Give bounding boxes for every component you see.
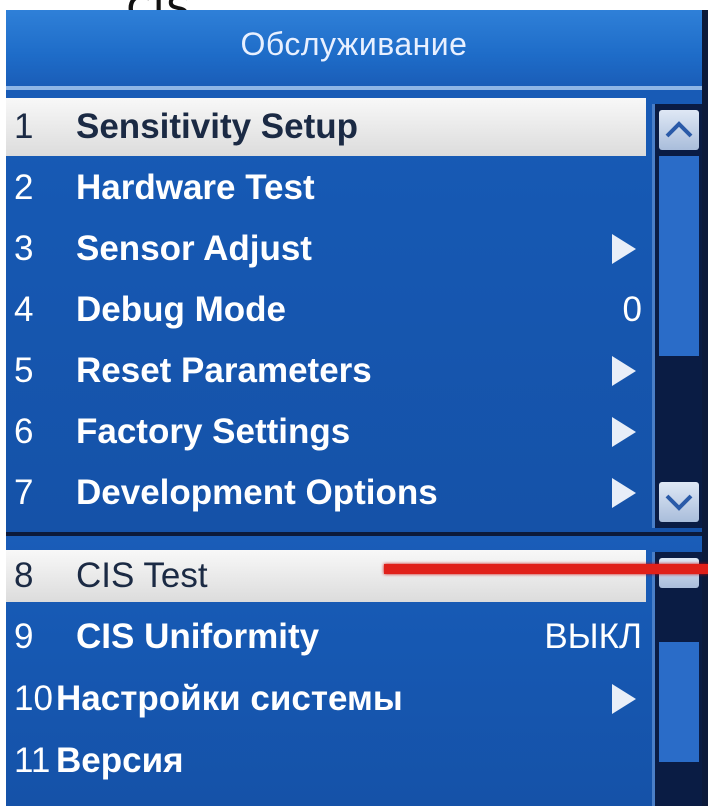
scroll-down-button[interactable] (659, 482, 699, 522)
submenu-arrow-icon (612, 234, 636, 264)
menu-item-debug-mode[interactable]: 4 Debug Mode 0 (6, 281, 646, 339)
menu-item-system-settings[interactable]: 10 Настройки системы (6, 670, 646, 728)
scroll-thumb[interactable] (659, 642, 699, 762)
menu-item-label: Reset Parameters (76, 351, 372, 390)
menu-item-number: 7 (14, 473, 34, 512)
menu-item-label: CIS Test (76, 556, 208, 595)
menu-item-number: 1 (14, 107, 34, 146)
menu-item-sensitivity-setup[interactable]: 1 Sensitivity Setup (6, 98, 646, 156)
device-screen: Обслуживание 1 Sensitivity Setup 2 Hardw… (6, 10, 708, 806)
menu-item-value: ВЫКЛ (544, 617, 642, 656)
menu-item-cis-uniformity[interactable]: 9 CIS Uniformity ВЫКЛ (6, 608, 646, 666)
menu-item-label: Sensitivity Setup (76, 107, 359, 146)
submenu-arrow-icon (612, 684, 636, 714)
menu-item-number: 4 (14, 290, 34, 329)
menu-item-number: 2 (14, 168, 34, 207)
menu-item-number: 6 (14, 412, 34, 451)
menu-item-label: Development Options (76, 473, 438, 512)
menu-item-hardware-test[interactable]: 2 Hardware Test (6, 159, 646, 217)
menu-item-reset-parameters[interactable]: 5 Reset Parameters (6, 342, 646, 400)
menu-item-cis-test[interactable]: 8 CIS Test (6, 550, 646, 602)
scrollbar-bottom[interactable] (652, 552, 702, 806)
submenu-arrow-icon (612, 356, 636, 386)
menu-item-label: Sensor Adjust (76, 229, 312, 268)
menu-item-version[interactable]: 11 Версия (6, 732, 646, 790)
scrollbar-top[interactable] (652, 104, 702, 528)
menu-item-label: Версия (56, 741, 184, 780)
scroll-up-button[interactable] (659, 110, 699, 150)
menu-item-label: Debug Mode (76, 290, 286, 329)
menu-item-value: 0 (622, 290, 642, 329)
red-pointer-line (384, 564, 708, 574)
menu-item-factory-settings[interactable]: 6 Factory Settings (6, 403, 646, 461)
chevron-down-icon (665, 494, 693, 511)
menu-item-number: 8 (14, 556, 34, 595)
menu-item-number: 11 (14, 741, 51, 780)
menu-item-label: Hardware Test (76, 168, 315, 207)
scroll-thumb[interactable] (659, 156, 699, 356)
menu-header: Обслуживание (6, 10, 702, 90)
submenu-arrow-icon (612, 478, 636, 508)
menu-item-number: 5 (14, 351, 34, 390)
menu-item-sensor-adjust[interactable]: 3 Sensor Adjust (6, 220, 646, 278)
menu-panel-top: Обслуживание 1 Sensitivity Setup 2 Hardw… (6, 10, 702, 532)
page-title: Обслуживание (240, 26, 468, 62)
menu-item-label: CIS Uniformity (76, 617, 320, 656)
menu-item-label: Factory Settings (76, 412, 351, 451)
menu-item-number: 3 (14, 229, 34, 268)
chevron-up-icon (665, 121, 693, 138)
menu-item-label: Настройки системы (56, 679, 403, 718)
menu-item-development-options[interactable]: 7 Development Options (6, 464, 646, 522)
menu-item-number: 9 (14, 617, 34, 656)
submenu-arrow-icon (612, 417, 636, 447)
menu-item-number: 10 (14, 679, 53, 718)
menu-panel-bottom: 8 CIS Test 9 CIS Uniformity ВЫКЛ 10 Наст… (6, 536, 702, 806)
